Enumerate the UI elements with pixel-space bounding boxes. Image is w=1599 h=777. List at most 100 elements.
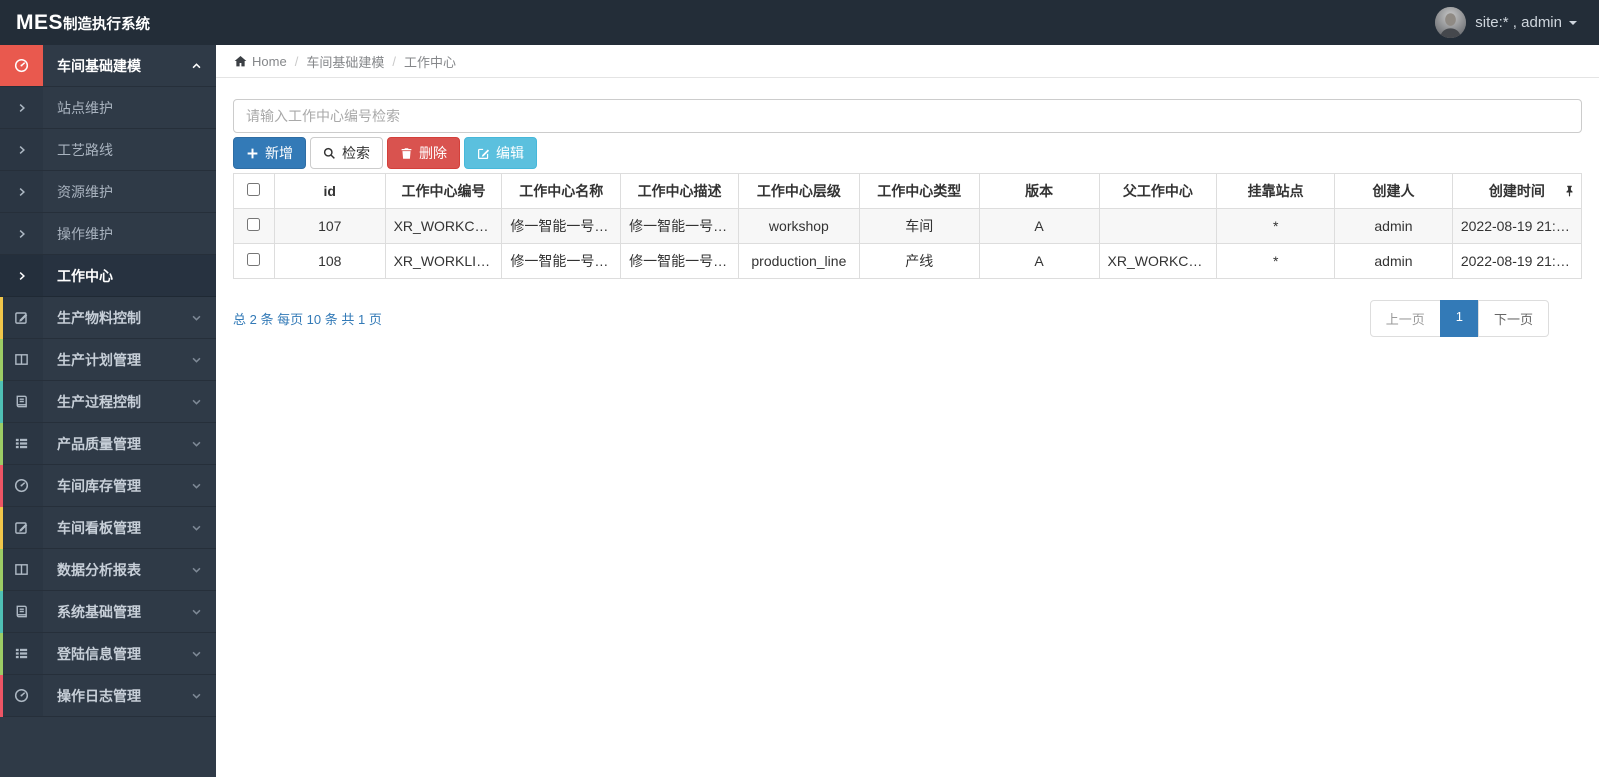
- dashboard-icon: [0, 465, 43, 506]
- accent-strip: [0, 591, 3, 633]
- chevron-down-icon: [191, 522, 202, 533]
- cell-desc: 修一智能一号车间: [620, 208, 739, 244]
- select-all-cell: [233, 173, 275, 209]
- breadcrumb-separator: /: [392, 53, 396, 69]
- sidebar-item-label: 工艺路线: [57, 141, 113, 158]
- sidebar-item-label: 工作中心: [57, 267, 113, 284]
- accent-strip: [0, 549, 3, 591]
- cell-id: 108: [273, 243, 386, 279]
- content-panel: 新增 检索 删除 编辑: [216, 78, 1599, 337]
- col-header-desc: 工作中心描述: [620, 173, 739, 209]
- sidebar-item-product-quality-management[interactable]: 产品质量管理: [0, 423, 216, 465]
- sidebar-item-label: 资源维护: [57, 183, 113, 200]
- user-menu[interactable]: site:* , admin: [1435, 7, 1599, 38]
- pin-icon[interactable]: [1565, 185, 1574, 198]
- table-row[interactable]: 107 XR_WORKCEN... 修一智能一号车间 修一智能一号车间 work…: [233, 208, 1583, 244]
- sidebar-item-workshop-kanban-management[interactable]: 车间看板管理: [0, 507, 216, 549]
- cell-level: production_line: [737, 243, 860, 279]
- sidebar-item-operation-maintenance[interactable]: 操作维护: [0, 213, 216, 255]
- sidebar-item-production-plan-management[interactable]: 生产计划管理: [0, 339, 216, 381]
- prev-page-button[interactable]: 上一页: [1369, 300, 1441, 337]
- sidebar-item-production-process-control[interactable]: 生产过程控制: [0, 381, 216, 423]
- toolbar: 新增 检索 删除 编辑: [233, 137, 1582, 169]
- accent-strip: [0, 381, 3, 423]
- chevron-right-icon: [0, 129, 43, 170]
- sidebar-item-data-analysis-report[interactable]: 数据分析报表: [0, 549, 216, 591]
- cell-level: workshop: [737, 208, 860, 244]
- breadcrumb: Home / 车间基础建模 / 工作中心: [216, 45, 1599, 78]
- app-logo: MES 制造执行系统: [0, 11, 150, 35]
- columns-icon: [0, 549, 43, 590]
- home-icon: [234, 55, 247, 68]
- breadcrumb-home[interactable]: Home: [252, 54, 287, 69]
- chevron-down-icon: [191, 606, 202, 617]
- col-header-creator: 创建人: [1334, 173, 1453, 209]
- cell-type: 产线: [858, 243, 980, 279]
- col-header-code: 工作中心编号: [384, 173, 503, 209]
- sidebar-item-work-center[interactable]: 工作中心: [0, 255, 216, 297]
- col-header-station: 挂靠站点: [1216, 173, 1336, 209]
- row-checkbox[interactable]: [247, 218, 261, 231]
- sidebar-item-workshop-inventory-management[interactable]: 车间库存管理: [0, 465, 216, 507]
- avatar: [1435, 7, 1467, 38]
- sidebar-item-production-material-control[interactable]: 生产物料控制: [0, 297, 216, 339]
- table-row[interactable]: 108 XR_WORKLINE... 修一智能一号S... 修一智能一号S...…: [233, 243, 1583, 279]
- pagination-summary: 总 2 条 每页 10 条 共 1 页: [233, 312, 382, 327]
- chevron-right-icon: [0, 213, 43, 254]
- book-icon: [0, 591, 43, 632]
- chevron-up-icon: [191, 60, 202, 71]
- search-input[interactable]: [233, 99, 1582, 133]
- sidebar-item-label: 站点维护: [57, 99, 113, 116]
- pagination-bar: 总 2 条 每页 10 条 共 1 页 上一页 1 下一页: [233, 300, 1582, 337]
- cell-parent: [1098, 208, 1218, 244]
- chevron-down-icon: [191, 480, 202, 491]
- user-label: site:* , admin: [1475, 14, 1562, 31]
- chevron-down-icon: [191, 438, 202, 449]
- plus-icon: [247, 148, 258, 158]
- search-icon: [323, 147, 335, 159]
- search-button[interactable]: 检索: [310, 137, 383, 169]
- col-header-id: id: [273, 173, 386, 209]
- select-all-checkbox[interactable]: [247, 183, 261, 196]
- col-header-type: 工作中心类型: [858, 173, 980, 209]
- next-page-button[interactable]: 下一页: [1477, 300, 1549, 337]
- sidebar-item-resource-maintenance[interactable]: 资源维护: [0, 171, 216, 213]
- accent-strip: [0, 423, 3, 465]
- delete-button[interactable]: 删除: [387, 137, 460, 169]
- sidebar-item-workshop-base-modeling[interactable]: 车间基础建模: [0, 45, 216, 87]
- sidebar-item-process-route[interactable]: 工艺路线: [0, 129, 216, 171]
- sidebar-item-site-maintenance[interactable]: 站点维护: [0, 87, 216, 129]
- edit-icon: [478, 148, 490, 159]
- cell-parent: XR_WORKCEN...: [1098, 243, 1218, 279]
- edit-button[interactable]: 编辑: [464, 137, 537, 169]
- accent-strip: [0, 465, 3, 507]
- accent-strip: [0, 675, 3, 717]
- accent-strip: [0, 507, 3, 549]
- sidebar-item-label: 操作维护: [57, 225, 113, 242]
- sidebar-item-operation-log-management[interactable]: 操作日志管理: [0, 675, 216, 717]
- add-button[interactable]: 新增: [233, 137, 306, 169]
- cell-created-time: 2022-08-19 21:1...: [1451, 208, 1583, 244]
- chevron-down-icon: [191, 354, 202, 365]
- trash-icon: [401, 147, 412, 159]
- chevron-down-icon: [191, 648, 202, 659]
- brand-subtitle: 制造执行系统: [63, 16, 151, 33]
- cell-name: 修一智能一号车间: [501, 208, 622, 244]
- col-header-parent: 父工作中心: [1098, 173, 1218, 209]
- dashboard-icon: [0, 45, 43, 86]
- chevron-down-icon: [191, 690, 202, 701]
- dashboard-icon: [0, 675, 43, 716]
- chevron-right-icon: [0, 87, 43, 128]
- current-page-button[interactable]: 1: [1439, 300, 1479, 337]
- accent-strip: [0, 339, 3, 381]
- sidebar-item-system-base-management[interactable]: 系统基础管理: [0, 591, 216, 633]
- breadcrumb-workshop-base-modeling[interactable]: 车间基础建模: [306, 52, 384, 71]
- chevron-right-icon: [0, 255, 43, 296]
- chevron-down-icon: [191, 312, 202, 323]
- cell-code: XR_WORKLINE...: [384, 243, 503, 279]
- row-checkbox[interactable]: [247, 253, 261, 266]
- cell-creator: admin: [1334, 243, 1453, 279]
- top-navbar: MES 制造执行系统 site:* , admin: [0, 0, 1599, 45]
- sidebar-item-login-info-management[interactable]: 登陆信息管理: [0, 633, 216, 675]
- pencil-square-icon: [0, 297, 43, 338]
